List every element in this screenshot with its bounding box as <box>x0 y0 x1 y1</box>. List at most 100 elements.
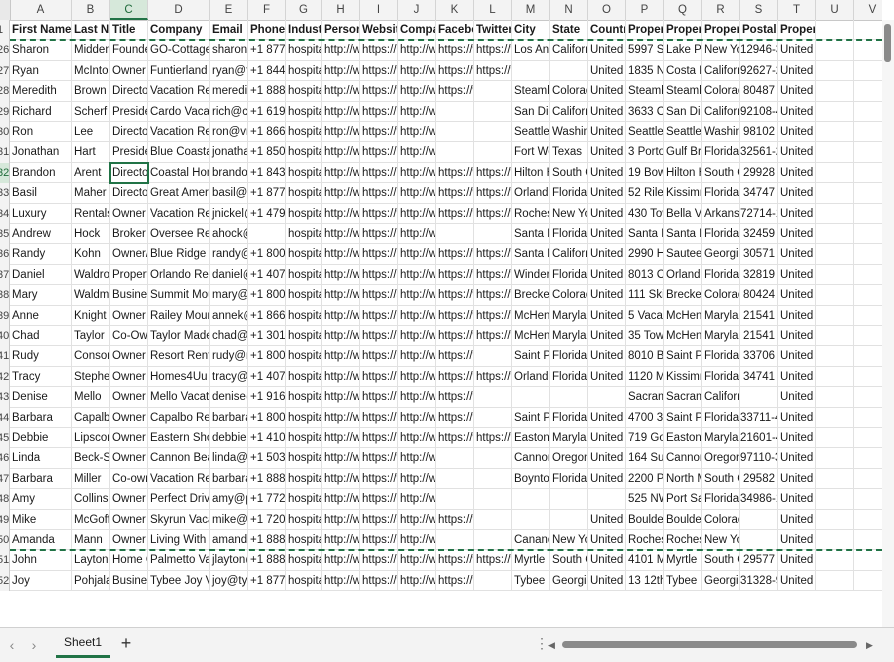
cell[interactable]: Colorado <box>550 81 588 102</box>
cell[interactable]: Oregon <box>550 448 588 469</box>
cell[interactable]: John <box>10 550 72 571</box>
cell[interactable]: hospitality <box>286 489 322 510</box>
cell[interactable]: jonathan@ <box>210 142 248 163</box>
cell[interactable]: http://ww <box>322 570 360 592</box>
cell[interactable]: Tybee Isla <box>512 570 550 592</box>
cell[interactable]: Owner <box>110 428 148 449</box>
cell[interactable]: Business C <box>110 570 148 592</box>
cell[interactable]: joy@tybee <box>210 570 248 592</box>
cell[interactable] <box>436 101 474 122</box>
cell[interactable] <box>854 285 882 306</box>
cell[interactable]: 21541 <box>740 326 778 347</box>
horizontal-scroll-thumb[interactable] <box>562 641 857 648</box>
cell[interactable]: 32819 <box>740 264 778 286</box>
cell[interactable]: http://ww <box>398 203 436 224</box>
scroll-right-icon[interactable]: ▶ <box>866 638 876 652</box>
cell[interactable]: Orlando <box>664 264 702 286</box>
cell[interactable]: rudy@resc <box>210 346 248 367</box>
cell[interactable]: hospitality <box>286 346 322 367</box>
cell[interactable]: https://tw <box>474 285 512 306</box>
cell[interactable]: Florida <box>702 489 740 510</box>
cell[interactable] <box>854 571 882 592</box>
cell[interactable] <box>474 142 512 163</box>
cell[interactable]: Homes4Uu Disne <box>148 366 210 388</box>
cell[interactable]: brandon@ <box>210 162 248 184</box>
cell[interactable]: Sacrament <box>664 387 702 408</box>
row-number[interactable]: 52 <box>0 570 10 592</box>
cell[interactable]: debbie@e <box>210 428 248 449</box>
cell[interactable]: Boulder, C <box>626 509 664 530</box>
cell[interactable]: 719 Golds <box>626 428 664 449</box>
cell[interactable]: United Sta <box>588 264 626 286</box>
cell[interactable]: +1 800-23 <box>248 407 286 428</box>
cell[interactable]: http://ww <box>398 183 436 204</box>
cell[interactable]: United States <box>778 203 816 224</box>
cell[interactable]: hospitality <box>286 162 322 184</box>
cell[interactable]: 29577 <box>740 550 778 571</box>
column-header-b[interactable]: B <box>72 0 110 20</box>
cell[interactable]: Sharon <box>10 40 72 61</box>
cell[interactable]: Barbara <box>10 468 72 490</box>
cell[interactable]: Seattle <box>664 122 702 143</box>
cell[interactable]: New York <box>702 40 740 61</box>
cell[interactable]: tracy@hor <box>210 366 248 388</box>
cell[interactable]: Kissimmee <box>664 366 702 388</box>
cell[interactable]: 3633 Cam <box>626 101 664 122</box>
cell[interactable]: Broker / O <box>110 224 148 245</box>
cell[interactable]: https://ww <box>436 285 474 306</box>
cell[interactable]: Co-Owner <box>110 326 148 347</box>
cell[interactable]: 2990 High <box>626 244 664 265</box>
cell[interactable]: 111 Ski Hil <box>626 285 664 306</box>
cell[interactable]: Los Angele <box>512 40 550 61</box>
cell[interactable]: United Sta <box>588 550 626 571</box>
row-number[interactable]: 45 <box>0 428 10 449</box>
cell[interactable] <box>854 81 882 102</box>
row-number[interactable]: 44 <box>0 407 10 428</box>
cell[interactable]: http://ww <box>322 530 360 551</box>
cell[interactable]: McGoff <box>72 509 110 530</box>
header-cell[interactable]: Postal Coc <box>740 20 778 41</box>
cell[interactable]: http://ww <box>398 509 436 530</box>
cell[interactable]: Barbara <box>10 407 72 428</box>
cell[interactable]: Owner Re <box>110 305 148 326</box>
cell[interactable] <box>474 468 512 490</box>
cell[interactable] <box>436 489 474 510</box>
column-header-m[interactable]: M <box>512 0 550 20</box>
column-header-n[interactable]: N <box>550 0 588 20</box>
cell[interactable]: Gulf Breez <box>664 142 702 163</box>
cell[interactable]: Blue Coastal Vaca <box>148 142 210 163</box>
cell[interactable]: https://fac <box>436 244 474 265</box>
cell[interactable]: https://twitter.com/funtierland <box>474 60 512 82</box>
cell[interactable]: Santa Bart <box>512 244 550 265</box>
cell[interactable]: Saint Pete <box>664 346 702 367</box>
cell[interactable] <box>550 60 588 82</box>
cell[interactable]: https://tw <box>474 162 512 184</box>
cell[interactable]: South Carc <box>550 550 588 571</box>
cell[interactable] <box>436 142 474 163</box>
cell[interactable]: +1 619-71 <box>248 101 286 122</box>
cell[interactable]: Property N <box>110 264 148 286</box>
cell[interactable]: http://ww <box>398 264 436 286</box>
cell[interactable]: http://ww <box>398 407 436 428</box>
cell[interactable] <box>474 81 512 102</box>
cell[interactable]: Funtierland Vacati <box>148 60 210 82</box>
cell[interactable]: United States <box>778 326 816 347</box>
cell[interactable]: 34747 <box>740 183 778 204</box>
cell[interactable]: Canandaig <box>512 530 550 551</box>
cell[interactable]: 3 Portofin <box>626 142 664 163</box>
cell[interactable]: Steamboa <box>664 81 702 102</box>
cell[interactable]: Texas <box>550 142 588 163</box>
cell[interactable]: Brown <box>72 81 110 102</box>
cell[interactable]: Debbie <box>10 428 72 449</box>
cell[interactable]: http://www.linkedin.com/comp <box>398 122 436 143</box>
cell[interactable]: ron@vria. <box>210 122 248 143</box>
column-header-c[interactable]: C <box>110 0 148 20</box>
cell[interactable]: Director <box>110 122 148 143</box>
cell[interactable]: Capalbo <box>72 407 110 428</box>
cell[interactable]: Florida <box>550 366 588 388</box>
column-header-s[interactable]: S <box>740 0 778 20</box>
cell[interactable]: United Sta <box>588 162 626 184</box>
cell[interactable]: amandam <box>210 530 248 551</box>
cell[interactable]: +1 866-54 <box>248 305 286 326</box>
cell[interactable]: https://orl <box>360 264 398 286</box>
